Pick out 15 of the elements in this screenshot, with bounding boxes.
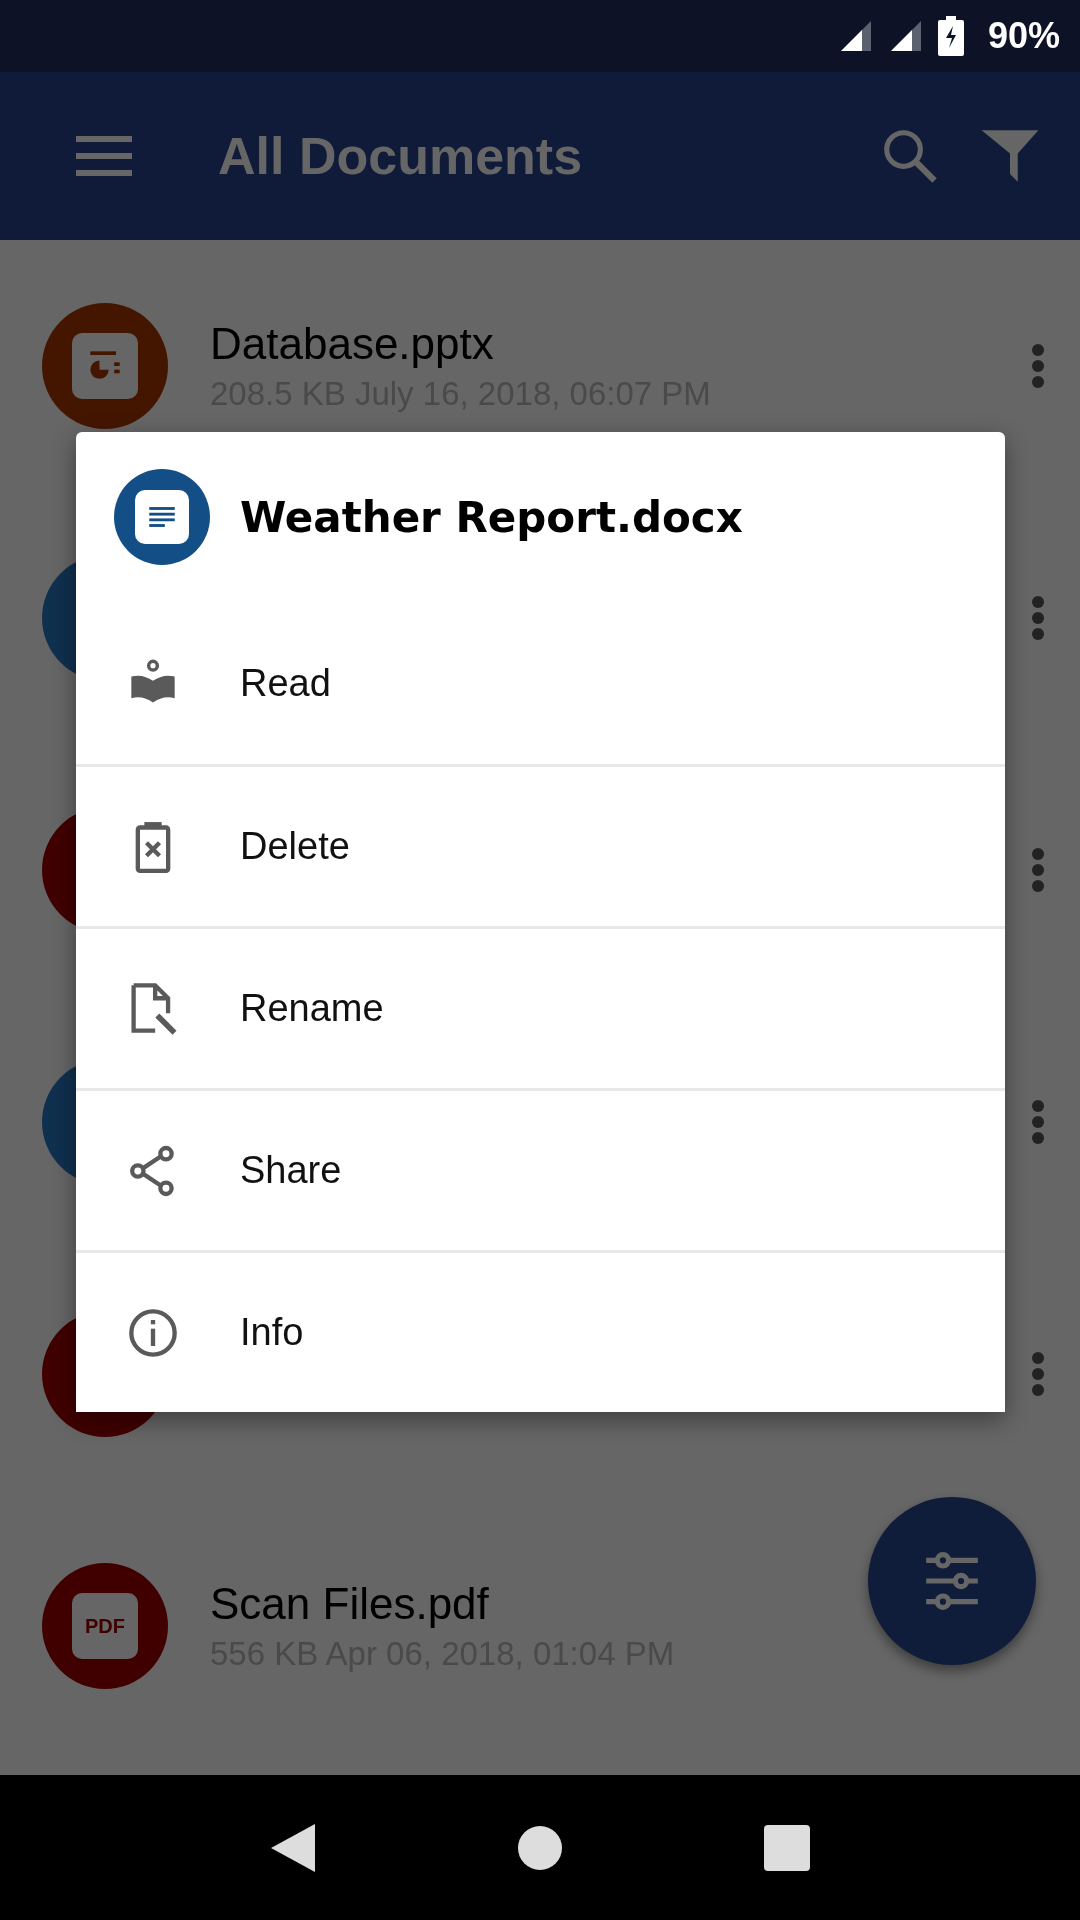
- battery-percent: 90%: [987, 15, 1060, 57]
- file-name: Scan Files.pdf: [210, 1579, 489, 1629]
- file-name: Database.pptx: [210, 319, 494, 369]
- menu-item[interactable]: Read: [76, 602, 1005, 764]
- battery-charging-icon: [937, 16, 964, 56]
- menu-item[interactable]: Delete: [76, 764, 1005, 926]
- dialog-title: Weather Report.docx: [240, 492, 743, 542]
- pdf-label: PDF: [85, 1614, 125, 1638]
- presentation-icon: [72, 333, 138, 399]
- menu-item[interactable]: Info: [76, 1250, 1005, 1412]
- app-title: All Documents: [218, 126, 584, 186]
- menu-item[interactable]: Share: [76, 1088, 1005, 1250]
- document-icon: [135, 490, 189, 544]
- menu-item[interactable]: Rename: [76, 926, 1005, 1088]
- info-icon: [127, 1306, 179, 1359]
